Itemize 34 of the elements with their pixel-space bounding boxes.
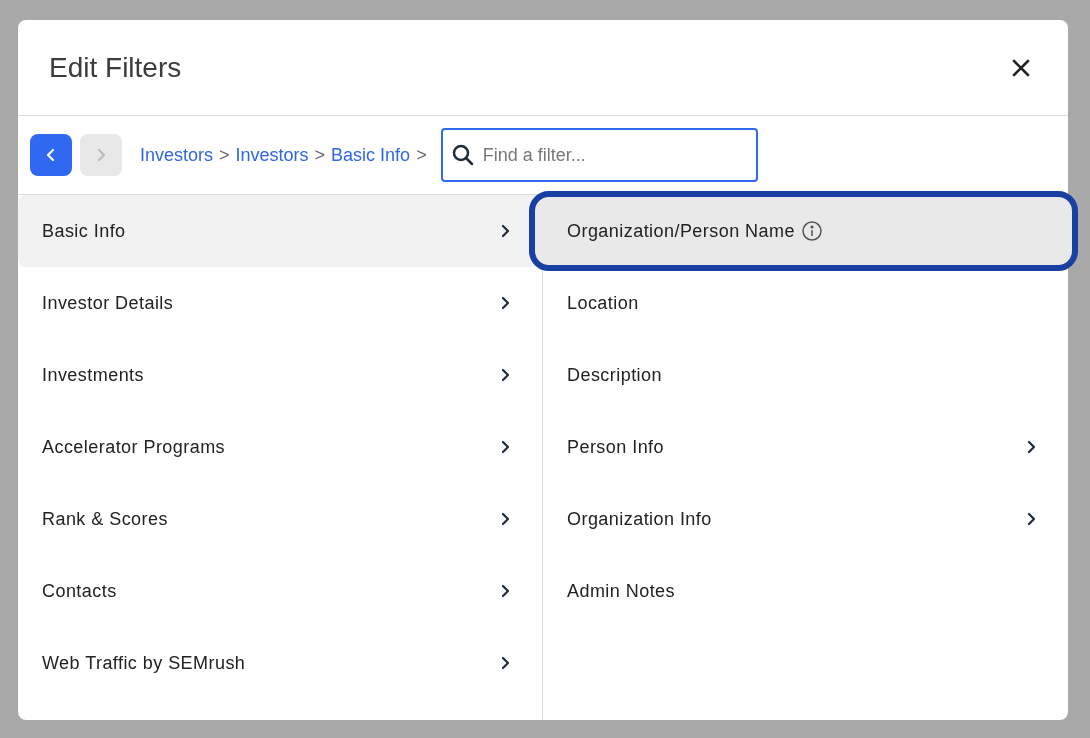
breadcrumb-link[interactable]: Investors <box>235 141 309 169</box>
category-item[interactable]: Investor Details <box>18 267 542 339</box>
chevron-right-icon <box>1026 440 1036 454</box>
breadcrumb-separator: > <box>416 143 427 167</box>
filter-item[interactable]: Location <box>543 267 1068 339</box>
category-item[interactable]: Investments <box>18 339 542 411</box>
close-icon <box>1011 57 1031 78</box>
search-icon <box>450 143 475 167</box>
dialog-title: Edit Filters <box>49 50 182 85</box>
chevron-left-icon <box>46 148 56 162</box>
chevron-right-icon <box>1026 512 1036 526</box>
breadcrumb-separator: > <box>314 143 326 167</box>
info-icon <box>800 220 823 242</box>
chevron-right-icon <box>500 440 510 454</box>
chevron-right-icon <box>500 296 510 310</box>
breadcrumb-link[interactable]: Basic Info <box>331 141 411 169</box>
chevron-right-icon <box>96 148 106 162</box>
filter-item[interactable]: Organization Info <box>543 483 1068 555</box>
category-item[interactable]: Web Traffic by SEMrush <box>18 627 542 699</box>
breadcrumb-separator: > <box>219 143 230 167</box>
search-field[interactable]: Find a filter... <box>440 128 758 182</box>
filter-item[interactable]: Description <box>543 339 1068 411</box>
chevron-right-icon <box>500 224 510 238</box>
chevron-right-icon <box>500 584 510 598</box>
filter-item[interactable]: Person Info <box>543 411 1068 483</box>
category-item[interactable]: Accelerator Programs <box>18 411 542 483</box>
filter-item[interactable]: Admin Notes <box>543 555 1068 627</box>
category-item[interactable]: Rank & Scores <box>18 483 542 555</box>
category-item[interactable]: Contacts <box>18 555 542 627</box>
chevron-right-icon <box>500 512 510 526</box>
chevron-right-icon <box>500 656 510 670</box>
back-button[interactable] <box>30 134 72 176</box>
breadcrumb-link[interactable]: Investors <box>140 141 214 169</box>
chevron-right-icon <box>500 368 510 382</box>
